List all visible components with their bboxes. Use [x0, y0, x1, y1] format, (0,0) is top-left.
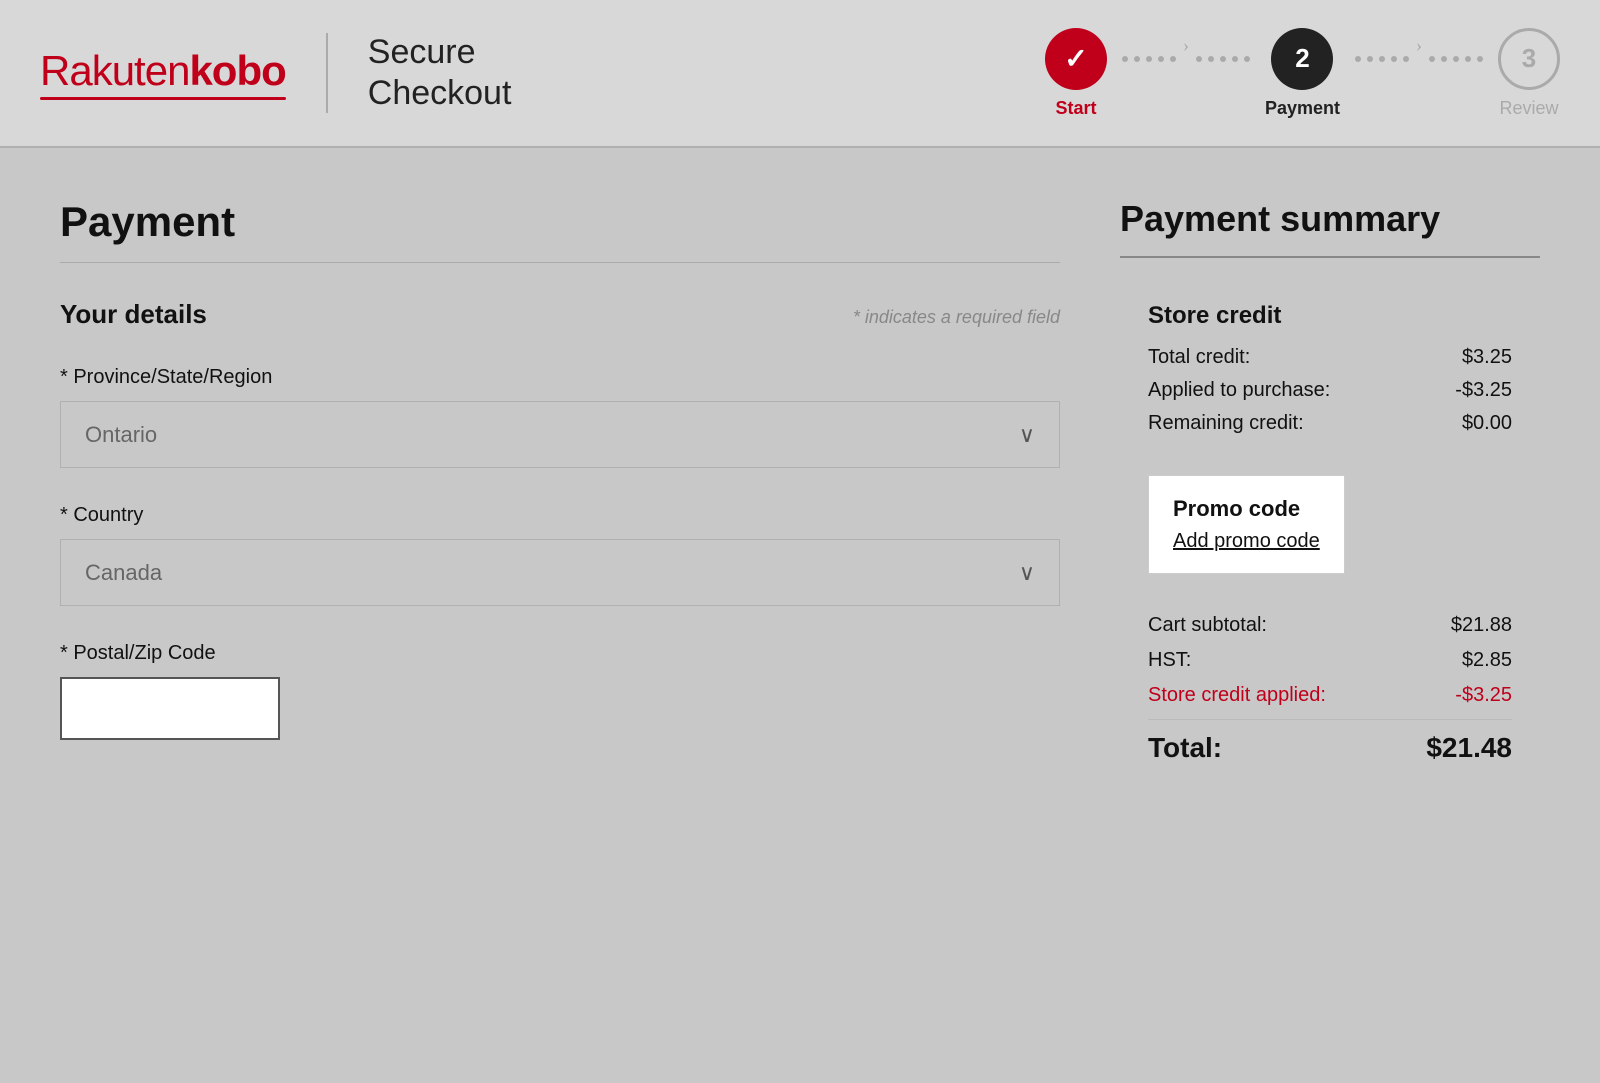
remaining-label: Remaining credit: — [1148, 412, 1304, 435]
step-start: ✓ Start — [1045, 28, 1107, 119]
province-chevron-icon: ∨ — [1019, 422, 1035, 448]
step-start-circle: ✓ — [1045, 28, 1107, 90]
applied-label: Applied to purchase: — [1148, 379, 1330, 402]
summary-amounts-section: Cart subtotal: $21.88 HST: $2.85 Store c… — [1120, 590, 1540, 788]
total-value: $21.48 — [1426, 732, 1512, 764]
store-credit-title: Store credit — [1148, 302, 1512, 330]
logo-underline — [40, 97, 286, 100]
step-dots-2: › — [1352, 35, 1486, 84]
country-field-group: * Country Canada United States United Ki… — [60, 504, 1060, 606]
left-panel: Payment Your details * indicates a requi… — [60, 198, 1120, 1043]
postal-field-group: * Postal/Zip Code — [60, 642, 1060, 740]
section-divider — [60, 262, 1060, 263]
credit-applied-row: Store credit applied: -$3.25 — [1148, 684, 1512, 707]
arrow-icon-1: › — [1183, 35, 1189, 56]
remaining-row: Remaining credit: $0.00 — [1148, 412, 1512, 435]
remaining-value: $0.00 — [1462, 412, 1512, 435]
credit-applied-label: Store credit applied: — [1148, 684, 1326, 707]
promo-section-wrapper: Promo code Add promo code — [1120, 459, 1540, 590]
arrow-icon-2: › — [1416, 35, 1422, 56]
step-payment-label: Payment — [1265, 98, 1340, 119]
credit-applied-value: -$3.25 — [1455, 684, 1512, 707]
logo-text: Rakutenkobo — [40, 47, 286, 94]
step-payment-number: 2 — [1295, 43, 1309, 74]
applied-row: Applied to purchase: -$3.25 — [1148, 379, 1512, 402]
step-review-number: 3 — [1522, 43, 1536, 74]
country-select-wrapper[interactable]: Canada United States United Kingdom ∨ — [60, 539, 1060, 606]
province-field-group: * Province/State/Region Ontario Quebec B… — [60, 366, 1060, 468]
step-review-circle: 3 — [1498, 28, 1560, 90]
step-review-label: Review — [1499, 98, 1558, 119]
right-panel: Payment summary Store credit Total credi… — [1120, 198, 1540, 1043]
postal-label: * Postal/Zip Code — [60, 642, 1060, 665]
country-chevron-icon: ∨ — [1019, 560, 1035, 586]
summary-title: Payment summary — [1120, 198, 1540, 240]
province-select[interactable]: Ontario Quebec British Columbia Alberta — [61, 402, 881, 467]
header-divider — [326, 33, 328, 113]
main-content: Payment Your details * indicates a requi… — [0, 148, 1600, 1083]
header: Rakutenkobo Secure Checkout ✓ Start › 2 — [0, 0, 1600, 148]
total-credit-row: Total credit: $3.25 — [1148, 346, 1512, 369]
total-row: Total: $21.48 — [1148, 732, 1512, 764]
summary-inner-divider — [1148, 719, 1512, 720]
cart-subtotal-label: Cart subtotal: — [1148, 614, 1267, 637]
add-promo-code-link[interactable]: Add promo code — [1173, 530, 1320, 553]
total-credit-value: $3.25 — [1462, 346, 1512, 369]
promo-code-title: Promo code — [1173, 496, 1320, 522]
store-credit-box: Store credit Total credit: $3.25 Applied… — [1120, 278, 1540, 459]
step-review: 3 Review — [1498, 28, 1560, 119]
your-details-label: Your details — [60, 299, 207, 330]
step-dots-1: › — [1119, 35, 1253, 84]
header-title: Secure Checkout — [368, 32, 512, 114]
applied-value: -$3.25 — [1455, 379, 1512, 402]
required-note: * indicates a required field — [853, 307, 1060, 328]
hst-row: HST: $2.85 — [1148, 649, 1512, 672]
postal-input[interactable] — [60, 677, 280, 740]
your-details-row: Your details * indicates a required fiel… — [60, 299, 1060, 330]
country-label: * Country — [60, 504, 1060, 527]
checkout-steps: ✓ Start › 2 Payment › 3 Rev — [1045, 28, 1560, 119]
step-payment: 2 Payment — [1265, 28, 1340, 119]
province-select-wrapper[interactable]: Ontario Quebec British Columbia Alberta … — [60, 401, 1060, 468]
promo-code-box: Promo code Add promo code — [1148, 475, 1345, 574]
country-select[interactable]: Canada United States United Kingdom — [61, 540, 881, 605]
hst-value: $2.85 — [1462, 649, 1512, 672]
step-payment-circle: 2 — [1271, 28, 1333, 90]
total-credit-label: Total credit: — [1148, 346, 1250, 369]
step-start-label: Start — [1055, 98, 1096, 119]
summary-divider — [1120, 256, 1540, 258]
province-label: * Province/State/Region — [60, 366, 1060, 389]
cart-subtotal-row: Cart subtotal: $21.88 — [1148, 614, 1512, 637]
cart-subtotal-value: $21.88 — [1451, 614, 1512, 637]
checkmark-icon: ✓ — [1064, 42, 1087, 75]
hst-label: HST: — [1148, 649, 1191, 672]
total-label: Total: — [1148, 732, 1222, 764]
payment-title: Payment — [60, 198, 1060, 246]
logo[interactable]: Rakutenkobo — [40, 47, 286, 100]
